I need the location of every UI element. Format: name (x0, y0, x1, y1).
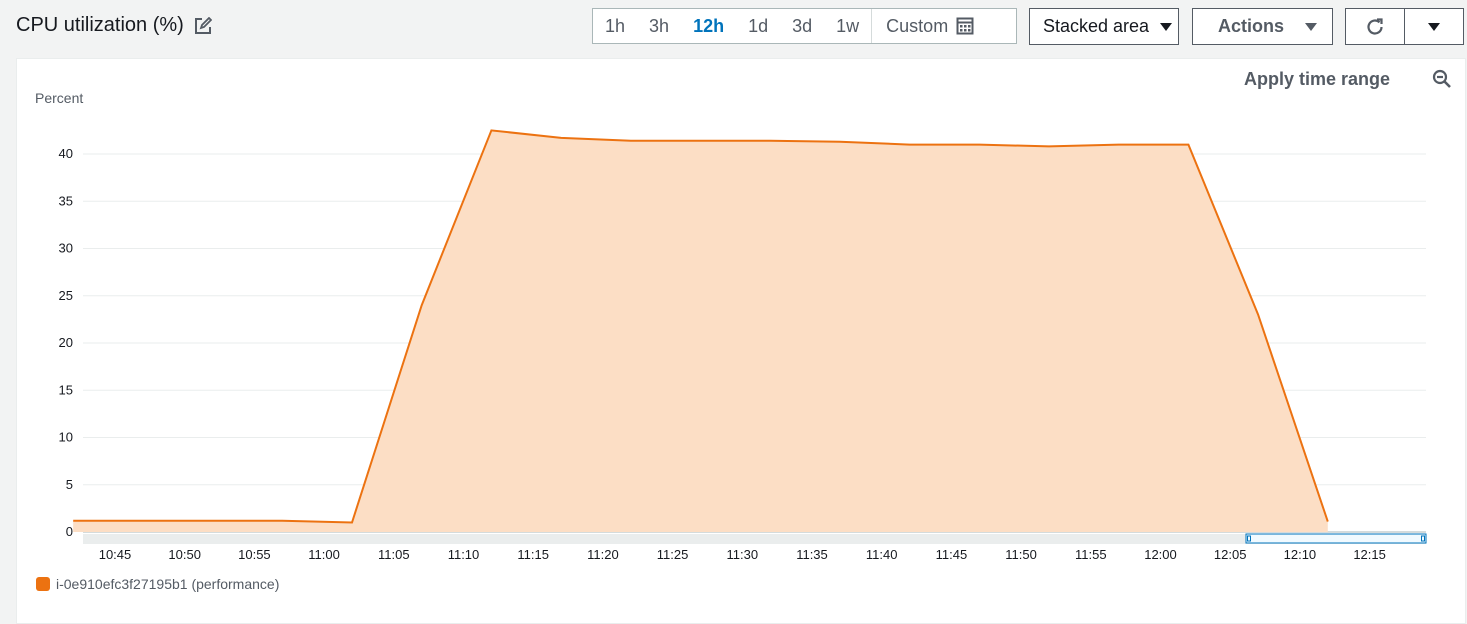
x-tick-label: 11:00 (308, 547, 340, 562)
x-tick-label: 11:05 (378, 547, 410, 562)
y-tick-label: 0 (66, 524, 73, 539)
time-scrubber-track (83, 534, 1426, 544)
x-tick-label: 12:10 (1284, 547, 1317, 562)
y-tick-label: 35 (59, 193, 73, 208)
time-scrubber-window[interactable] (1245, 533, 1427, 544)
x-tick-label: 12:05 (1214, 547, 1247, 562)
y-tick-label: 25 (59, 288, 73, 303)
x-tick-label: 11:20 (587, 547, 619, 562)
y-tick-label: 5 (66, 477, 73, 492)
y-tick-label: 30 (59, 241, 73, 256)
y-tick-label: 10 (59, 430, 73, 445)
y-tick-label: 20 (59, 335, 73, 350)
x-tick-label: 11:45 (936, 547, 968, 562)
x-tick-label: 10:55 (238, 547, 271, 562)
y-tick-label: 40 (59, 146, 73, 161)
x-tick-label: 10:45 (99, 547, 132, 562)
x-tick-label: 11:15 (517, 547, 549, 562)
y-tick-label: 15 (59, 382, 73, 397)
legend-swatch (36, 577, 50, 591)
x-tick-label: 11:10 (448, 547, 480, 562)
x-tick-label: 11:25 (657, 547, 689, 562)
legend-item[interactable]: i-0e910efc3f27195b1 (performance) (36, 576, 279, 592)
x-tick-label: 10:50 (168, 547, 201, 562)
x-tick-label: 11:30 (727, 547, 759, 562)
legend-label: i-0e910efc3f27195b1 (performance) (56, 576, 280, 592)
x-tick-label: 11:55 (1075, 547, 1107, 562)
x-tick-label: 11:50 (1005, 547, 1037, 562)
series-area (73, 130, 1328, 532)
x-tick-label: 11:40 (866, 547, 898, 562)
x-tick-label: 11:35 (796, 547, 828, 562)
x-tick-label: 12:15 (1353, 547, 1386, 562)
x-tick-label: 12:00 (1144, 547, 1177, 562)
cpu-area-chart[interactable]: 0 5 10 15 20 25 30 35 40 10:45 10:50 10:55 11:00 11:0… (0, 0, 1467, 624)
